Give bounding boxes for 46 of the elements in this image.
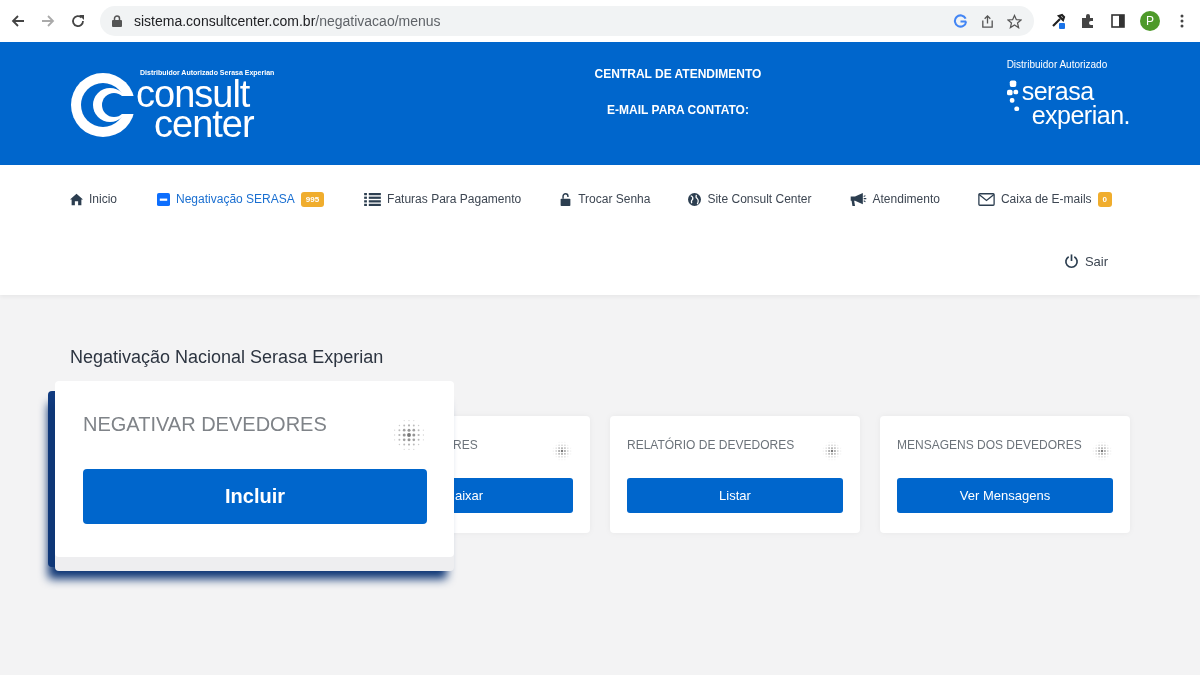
home-icon <box>70 192 83 206</box>
padlock-icon <box>112 15 122 27</box>
power-icon <box>1063 253 1079 269</box>
logo-wordmark: consult <box>136 78 250 110</box>
nav-link[interactable]: Trocar Senha <box>559 189 651 209</box>
list-icon <box>364 192 382 206</box>
share-icon[interactable] <box>980 13 995 29</box>
count-badge: 995 <box>300 191 325 207</box>
unlocked-padlock-icon <box>559 192 573 206</box>
megaphone-icon <box>849 192 867 206</box>
nav-link[interactable]: Negativação SERASA 995 <box>157 189 325 209</box>
partner-caption: Distribuidor Autorizado <box>1006 59 1109 70</box>
nav-link[interactable]: Faturas Para Pagamento <box>364 189 522 209</box>
c-logo-icon <box>68 70 138 140</box>
google-g-icon[interactable] <box>953 13 968 29</box>
reload-icon[interactable] <box>70 13 86 29</box>
card-title: NEGATIVAR DEVEDORES <box>83 413 327 436</box>
puzzle-piece-icon[interactable] <box>1080 13 1096 29</box>
partner-wordmark: serasa <box>1021 80 1095 104</box>
nav-link[interactable]: Caixa de E-mails 0 <box>977 189 1113 209</box>
minus-square-icon <box>157 192 170 206</box>
logout-link[interactable]: Sair <box>1063 253 1108 269</box>
card-button[interactable]: Listar <box>627 478 843 513</box>
back-arrow-icon[interactable] <box>10 13 26 29</box>
profile-avatar[interactable]: P <box>1140 11 1160 31</box>
star-icon[interactable] <box>1007 13 1022 29</box>
dot-grid-icon <box>391 417 427 453</box>
contact-label: CENTRAL DE ATENDIMENTO <box>594 67 762 81</box>
contact-label: E-MAIL PARA CONTATO: <box>607 103 749 117</box>
envelope-icon <box>977 192 995 206</box>
logo-wordmark: center <box>154 109 255 140</box>
url-text: sistema.consultcenter.com.br/negativacao/menus <box>134 13 441 29</box>
globe-icon <box>688 192 702 206</box>
nav-link[interactable]: Site Consult Center <box>688 189 812 209</box>
count-badge: 0 <box>1097 191 1113 207</box>
section-title: Negativação Nacional Serasa Experian <box>70 347 385 368</box>
nav-link[interactable]: Inicio <box>70 189 117 209</box>
card-button[interactable]: Ver Mensagens <box>897 478 1113 513</box>
nav-link[interactable]: Atendimento <box>849 189 940 209</box>
card-title: MENSAGENS DOS DEVEDORES <box>897 438 1082 452</box>
partner-wordmark: experian. <box>1031 103 1130 128</box>
card-title: RELATÓRIO DE DEVEDORES <box>627 438 795 452</box>
card-button[interactable]: Incluir <box>83 469 427 524</box>
side-panel-icon[interactable] <box>1110 13 1126 29</box>
card-title: RES <box>452 438 478 452</box>
address-bar[interactable]: sistema.consultcenter.com.br/negativacao/menus <box>100 6 1034 36</box>
